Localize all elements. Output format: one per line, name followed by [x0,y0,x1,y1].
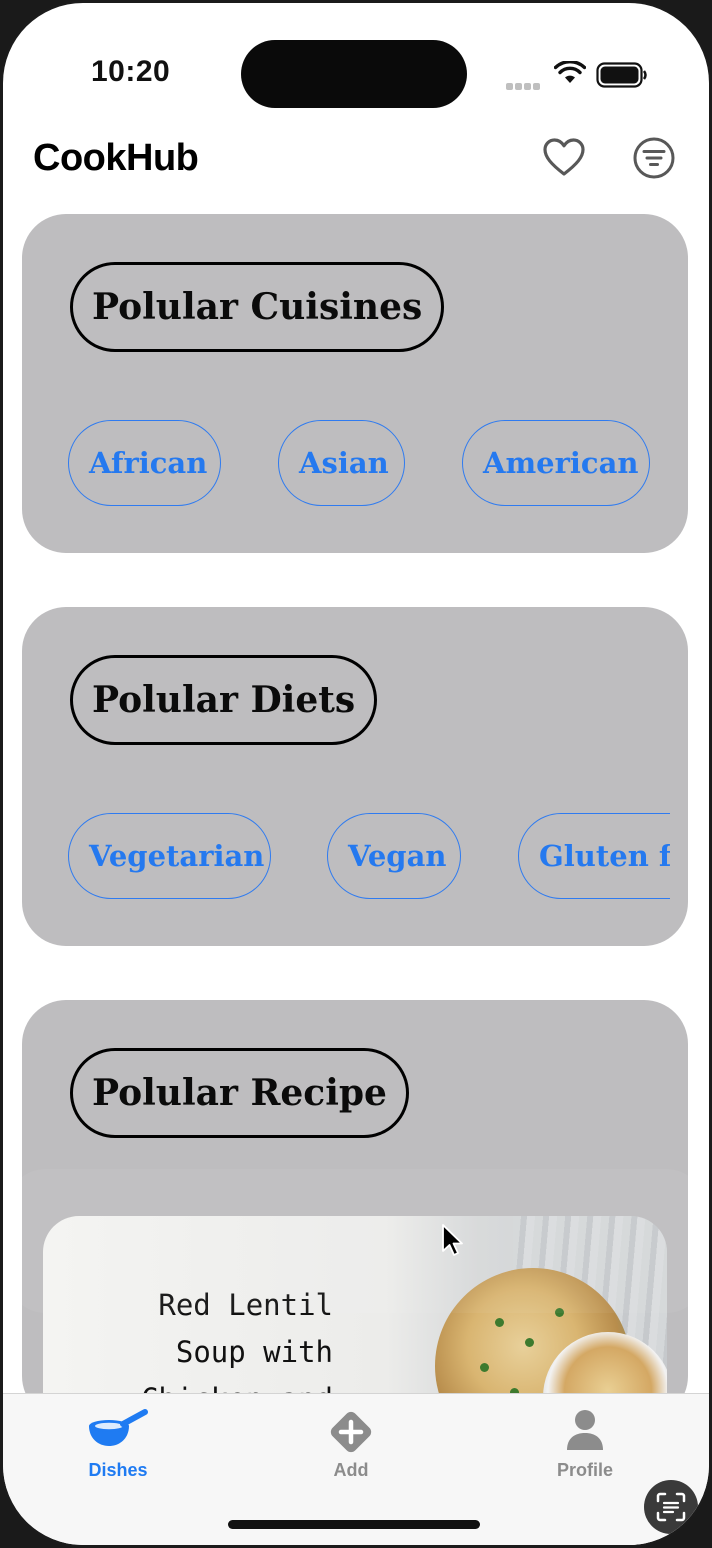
recipe-card[interactable]: Red Lentil Soup with Chicken and [43,1216,667,1420]
tab-add-label: Add [333,1460,369,1480]
wifi-icon [554,61,586,83]
device-frame: 10:20 CookHub Polular Cuisines African A… [0,0,712,1548]
filter-icon [633,137,675,179]
bowl-icon [89,1409,148,1446]
recipe-section: Polular Recipe Red Lentil Soup with Chic… [22,1000,688,1420]
tab-profile-label: Profile [556,1460,613,1480]
add-diamond-icon [330,1411,372,1453]
dynamic-island [241,40,467,108]
mouse-cursor-icon [442,1224,463,1256]
chip-asian[interactable]: Asian [278,420,405,506]
tab-profile[interactable]: Profile [520,1404,650,1484]
diet-chip-row[interactable]: Vegetarian Vegan Gluten free [68,813,670,903]
diets-section: Polular Diets Vegetarian Vegan Gluten fr… [22,607,688,946]
tab-add[interactable]: Add [286,1404,416,1484]
chip-gluten-free[interactable]: Gluten free [518,813,670,899]
app-title: CookHub [33,137,199,179]
text-scan-button[interactable] [644,1480,698,1534]
chip-vegan[interactable]: Vegan [327,813,461,899]
tab-dishes-label: Dishes [88,1460,148,1480]
chip-african[interactable]: African [68,420,221,506]
battery-icon [596,62,647,88]
heart-icon [543,138,585,176]
favorites-button[interactable] [541,135,587,181]
scan-text-icon [656,1492,686,1522]
cuisine-chip-row[interactable]: African Asian American [68,420,670,510]
status-time: 10:20 [91,55,171,88]
diets-title: Polular Diets [70,655,378,745]
chip-american[interactable]: American [462,420,650,506]
cuisines-title: Polular Cuisines [70,262,445,352]
filter-button[interactable] [631,135,677,181]
chip-vegetarian[interactable]: Vegetarian [68,813,271,899]
cellular-signal-icon [506,77,542,95]
recipe-title: Polular Recipe [70,1048,409,1138]
person-icon [567,1410,603,1450]
cuisines-section: Polular Cuisines African Asian American [22,214,688,553]
screen: 10:20 CookHub Polular Cuisines African A… [3,3,709,1545]
tab-dishes[interactable]: Dishes [53,1404,183,1484]
home-indicator[interactable] [228,1520,480,1529]
